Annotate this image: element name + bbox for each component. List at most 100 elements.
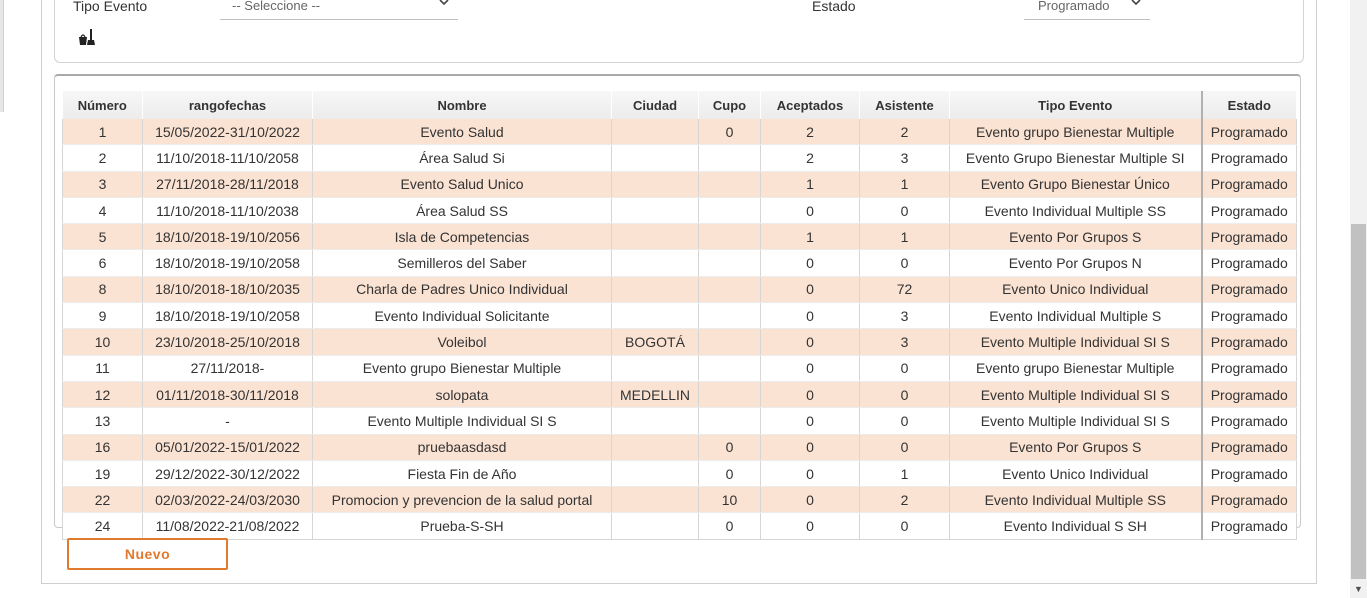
cell-tipo-evento: Evento Individual S SH: [949, 512, 1202, 540]
cell-numero: 2: [62, 144, 143, 172]
cell-estado: Programado: [1200, 249, 1297, 277]
cell-asistente: 0: [859, 434, 950, 461]
cell-numero: 6: [62, 249, 143, 277]
cell-tipo-evento: Evento Individual Multiple SS: [949, 486, 1202, 514]
cell-rangofechas: 15/05/2022-31/10/2022: [142, 119, 313, 146]
cell-nombre: Semilleros del Saber: [312, 249, 612, 277]
cell-estado: Programado: [1200, 276, 1297, 304]
table-row[interactable]: 24 11/08/2022-21/08/2022 Prueba-S-SH 0 0 0 Eve…: [62, 512, 1297, 540]
cell-rangofechas: 18/10/2018-19/10/2058: [142, 302, 313, 330]
cell-cupo: 0: [698, 460, 761, 488]
column-header-cupo[interactable]: Cupo: [698, 91, 761, 119]
cell-rangofechas: 23/10/2018-25/10/2018: [142, 328, 313, 356]
cell-aceptados: 0: [760, 407, 860, 435]
cell-nombre: Prueba-S-SH: [312, 512, 612, 540]
cell-cupo: [698, 328, 761, 356]
cell-rangofechas: 11/08/2022-21/08/2022: [142, 512, 313, 540]
cell-aceptados: 0: [760, 355, 860, 382]
column-header-aceptados[interactable]: Aceptados: [760, 91, 860, 119]
scroll-down-arrow-icon[interactable]: ▼: [1350, 581, 1367, 598]
cell-numero: 24: [62, 512, 143, 540]
cell-asistente: 0: [859, 407, 950, 435]
cell-aceptados: 1: [760, 171, 860, 198]
cell-estado: Programado: [1200, 486, 1297, 514]
cell-numero: 5: [62, 223, 143, 251]
table-row[interactable]: 3 27/11/2018-28/11/2018 Evento Salud Unico…: [62, 171, 1297, 198]
column-header-numero[interactable]: Número: [62, 91, 143, 119]
table-row[interactable]: 16 05/01/2022-15/01/2022 pruebaasdasd 0 0 0 Ev…: [62, 434, 1297, 461]
broom-bucket-icon[interactable]: [78, 28, 96, 48]
table-row[interactable]: 5 18/10/2018-19/10/2056 Isla de Competenci…: [62, 223, 1297, 251]
cell-aceptados: 2: [760, 119, 860, 146]
cell-nombre: Isla de Competencias: [312, 223, 612, 251]
tipo-evento-select[interactable]: -- Seleccione --: [220, 0, 458, 20]
cell-estado: Programado: [1200, 512, 1297, 540]
cell-asistente: 0: [859, 249, 950, 277]
tipo-evento-label: Tipo Evento: [73, 0, 148, 14]
cell-ciudad: MEDELLIN: [611, 381, 699, 409]
cell-cupo: 0: [698, 434, 761, 461]
table-row[interactable]: 2 11/10/2018-11/10/2058 Área Salud Si 2 3 Eve…: [62, 144, 1297, 172]
cell-estado: Programado: [1200, 171, 1297, 198]
cell-rangofechas: 02/03/2022-24/03/2030: [142, 486, 313, 514]
estado-select-value: Programado: [1038, 0, 1110, 13]
cell-aceptados: 0: [760, 197, 860, 225]
cell-nombre: pruebaasdasd: [312, 434, 612, 461]
table-row[interactable]: 11 27/11/2018- Evento grupo Bienestar Mult…: [62, 355, 1297, 382]
cell-nombre: Evento Individual Solicitante: [312, 302, 612, 330]
scrollbar-thumb[interactable]: [1351, 224, 1366, 579]
cell-ciudad: [611, 276, 699, 304]
cell-cupo: [698, 144, 761, 172]
cell-estado: Programado: [1200, 197, 1297, 225]
cell-tipo-evento: Evento Multiple Individual SI S: [949, 328, 1202, 356]
table-row[interactable]: 8 18/10/2018-18/10/2035 Charla de Padres U…: [62, 276, 1297, 304]
cell-rangofechas: 11/10/2018-11/10/2038: [142, 197, 313, 225]
column-header-estado[interactable]: Estado: [1200, 91, 1297, 119]
cell-tipo-evento: Evento Individual Multiple S: [949, 302, 1202, 330]
table-row[interactable]: 13- Evento Multiple Individual SI S 0 0 Even…: [62, 407, 1297, 435]
column-header-nombre[interactable]: Nombre: [312, 91, 612, 119]
cell-aceptados: 0: [760, 328, 860, 356]
cell-tipo-evento: Evento Unico Individual: [949, 276, 1202, 304]
cell-ciudad: [611, 119, 699, 146]
cell-rangofechas: 05/01/2022-15/01/2022: [142, 434, 313, 461]
cell-numero: 4: [62, 197, 143, 225]
table-row[interactable]: 12 01/11/2018-30/11/2018 solopata MEDELLIN 0…: [62, 381, 1297, 409]
cell-numero: 22: [62, 486, 143, 514]
cell-rangofechas: 27/11/2018-: [142, 355, 313, 382]
cell-nombre: Evento Salud Unico: [312, 171, 612, 198]
table-row[interactable]: 22 02/03/2022-24/03/2030 Promocion y preve…: [62, 486, 1297, 514]
table-row[interactable]: 19 29/12/2022-30/12/2022 Fiesta Fin de Año…: [62, 460, 1297, 488]
column-header-tipo-evento[interactable]: Tipo Evento: [949, 91, 1202, 119]
column-header-asistente[interactable]: Asistente: [859, 91, 950, 119]
table-row[interactable]: 4 11/10/2018-11/10/2038 Área Salud SS 0 0 Eve…: [62, 197, 1297, 225]
cell-tipo-evento: Evento Grupo Bienestar Único: [949, 171, 1202, 198]
cell-asistente: 1: [859, 460, 950, 488]
chevron-down-icon: [1130, 0, 1142, 11]
column-header-ciudad[interactable]: Ciudad: [611, 91, 699, 119]
table-row[interactable]: 6 18/10/2018-19/10/2058 Semilleros del Sab…: [62, 249, 1297, 277]
cell-asistente: 0: [859, 381, 950, 409]
cell-rangofechas: -: [142, 407, 313, 435]
table-row[interactable]: 10 23/10/2018-25/10/2018 Voleibol BOGOTÁ 0 3 E…: [62, 328, 1297, 356]
cell-aceptados: 0: [760, 276, 860, 304]
cell-numero: 12: [62, 381, 143, 409]
table-row[interactable]: 1 15/05/2022-31/10/2022 Evento Salud 0 2 2 Eve…: [62, 119, 1297, 146]
cell-ciudad: [611, 460, 699, 488]
cell-tipo-evento: Evento Individual Multiple SS: [949, 197, 1202, 225]
cell-ciudad: [611, 486, 699, 514]
estado-select[interactable]: Programado: [1024, 0, 1150, 20]
cell-aceptados: 0: [760, 486, 860, 514]
cell-cupo: [698, 355, 761, 382]
cell-asistente: 2: [859, 486, 950, 514]
cell-ciudad: [611, 355, 699, 382]
table-row[interactable]: 9 18/10/2018-19/10/2058 Evento Individual …: [62, 302, 1297, 330]
cell-cupo: [698, 407, 761, 435]
column-header-rangofechas[interactable]: rangofechas: [142, 91, 313, 119]
nuevo-button[interactable]: Nuevo: [67, 538, 228, 570]
cell-estado: Programado: [1200, 119, 1297, 146]
tipo-evento-select-value: -- Seleccione --: [232, 0, 321, 13]
cell-asistente: 3: [859, 144, 950, 172]
cell-aceptados: 2: [760, 144, 860, 172]
cell-ciudad: [611, 171, 699, 198]
